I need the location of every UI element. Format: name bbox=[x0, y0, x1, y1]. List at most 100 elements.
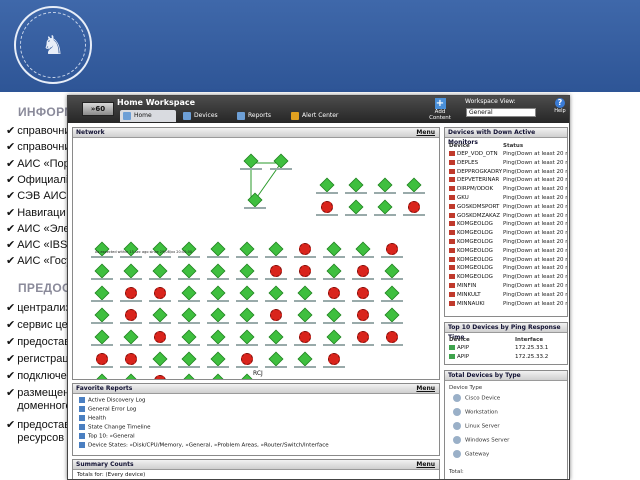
device-up-node-icon[interactable] bbox=[323, 263, 345, 280]
device-up-node-icon[interactable] bbox=[352, 241, 374, 258]
summary-menu-button[interactable]: Menu bbox=[416, 460, 435, 470]
add-content-button[interactable]: + Add Content bbox=[425, 98, 455, 121]
device-up-node-icon[interactable] bbox=[265, 329, 287, 346]
table-row[interactable]: DEPLESPing(Down at least 20 min) bbox=[449, 159, 567, 166]
favorites-menu-button[interactable]: Menu bbox=[416, 384, 435, 394]
device-down-node-icon[interactable] bbox=[91, 352, 113, 368]
table-row[interactable]: DEP_VOD_OTNPing(Down at least 20 min) bbox=[449, 151, 567, 157]
device-down-node-icon[interactable] bbox=[149, 286, 171, 302]
help-button[interactable]: ? Help bbox=[553, 98, 567, 114]
device-up-node-icon[interactable] bbox=[323, 329, 345, 346]
workspace-view-select[interactable]: General bbox=[466, 108, 536, 117]
table-row[interactable]: APIP bbox=[449, 345, 469, 351]
device-up-node-icon[interactable] bbox=[244, 192, 266, 209]
device-up-node-icon[interactable] bbox=[265, 351, 287, 368]
device-up-node-icon[interactable] bbox=[91, 285, 113, 302]
device-up-node-icon[interactable] bbox=[236, 307, 258, 324]
device-down-node-icon[interactable] bbox=[120, 308, 142, 324]
table-row[interactable]: APIP bbox=[449, 354, 469, 360]
device-down-node-icon[interactable] bbox=[381, 242, 403, 258]
go-button[interactable]: »60 bbox=[82, 102, 114, 116]
device-up-node-icon[interactable] bbox=[91, 307, 113, 324]
report-link[interactable]: Health bbox=[79, 415, 106, 422]
device-down-node-icon[interactable] bbox=[352, 330, 374, 346]
report-link[interactable]: Device States: »Disk/CPU/Memory, »Genera… bbox=[79, 442, 329, 449]
tab-reports[interactable]: Reports bbox=[234, 110, 286, 122]
device-up-node-icon[interactable] bbox=[207, 307, 229, 324]
table-row[interactable]: DIRPM/ODOKPing(Down at least 20 min) bbox=[449, 186, 567, 192]
device-up-node-icon[interactable] bbox=[236, 285, 258, 302]
device-down-node-icon[interactable] bbox=[120, 286, 142, 302]
device-up-node-icon[interactable] bbox=[236, 263, 258, 280]
device-up-node-icon[interactable] bbox=[149, 263, 171, 280]
device-up-node-icon[interactable] bbox=[323, 241, 345, 258]
device-up-node-icon[interactable] bbox=[91, 263, 113, 280]
device-up-node-icon[interactable] bbox=[120, 329, 142, 346]
device-down-node-icon[interactable] bbox=[381, 330, 403, 346]
tab-alert-center[interactable]: Alert Center bbox=[288, 110, 348, 122]
device-down-node-icon[interactable] bbox=[352, 308, 374, 324]
device-up-node-icon[interactable] bbox=[381, 307, 403, 324]
report-link[interactable]: Top 10: »General bbox=[79, 433, 135, 440]
device-down-node-icon[interactable] bbox=[316, 200, 338, 216]
device-up-node-icon[interactable] bbox=[207, 263, 229, 280]
device-up-node-icon[interactable] bbox=[345, 177, 367, 194]
device-up-node-icon[interactable] bbox=[403, 177, 425, 194]
device-down-node-icon[interactable] bbox=[294, 242, 316, 258]
device-up-node-icon[interactable] bbox=[207, 241, 229, 258]
table-row[interactable]: DEPPROGKADRYPing(Down at least 20 min) bbox=[449, 168, 567, 175]
network-menu-button[interactable]: Menu bbox=[416, 128, 435, 138]
table-row[interactable]: GOSKOMZAKAZPing(Down at least 20 min) bbox=[449, 212, 567, 219]
table-row[interactable]: GKUPing(Down at least 20 min) bbox=[449, 195, 567, 201]
device-down-node-icon[interactable] bbox=[236, 352, 258, 368]
table-row[interactable]: MINFINPing(Down at least 20 min) bbox=[449, 283, 567, 289]
device-down-node-icon[interactable] bbox=[294, 264, 316, 280]
device-up-node-icon[interactable] bbox=[240, 153, 262, 170]
device-up-node-icon[interactable] bbox=[94, 373, 110, 379]
device-up-node-icon[interactable] bbox=[149, 307, 171, 324]
device-up-node-icon[interactable] bbox=[91, 329, 113, 346]
device-down-node-icon[interactable] bbox=[120, 352, 142, 368]
table-row[interactable]: KOMGEOLOGPing(Down at least 20 min) bbox=[449, 247, 567, 254]
report-link[interactable]: General Error Log bbox=[79, 406, 136, 413]
table-row[interactable]: GOSKOMSPORTPing(Down at least 20 min) bbox=[449, 203, 567, 210]
table-row[interactable]: KOMGEOLOGPing(Down at least 20 min) bbox=[449, 265, 567, 271]
network-map[interactable]: As expected within 15 sec ago since 29/0… bbox=[73, 138, 439, 379]
device-down-node-icon[interactable] bbox=[265, 264, 287, 280]
tab-home[interactable]: Home bbox=[120, 110, 176, 122]
device-up-node-icon[interactable] bbox=[294, 351, 316, 368]
tab-devices[interactable]: Devices bbox=[180, 110, 232, 122]
device-up-node-icon[interactable] bbox=[239, 373, 255, 379]
device-up-node-icon[interactable] bbox=[316, 177, 338, 194]
device-up-node-icon[interactable] bbox=[381, 285, 403, 302]
device-up-node-icon[interactable] bbox=[294, 285, 316, 302]
device-up-node-icon[interactable] bbox=[236, 329, 258, 346]
device-up-node-icon[interactable] bbox=[149, 351, 171, 368]
device-down-node-icon[interactable] bbox=[149, 330, 171, 346]
device-up-node-icon[interactable] bbox=[178, 351, 200, 368]
device-up-node-icon[interactable] bbox=[374, 177, 396, 194]
device-up-node-icon[interactable] bbox=[345, 199, 367, 216]
device-up-node-icon[interactable] bbox=[178, 285, 200, 302]
device-down-node-icon[interactable] bbox=[403, 200, 425, 216]
table-row[interactable]: MINNAUKIPing(Down at least 20 min) bbox=[449, 300, 567, 307]
report-link[interactable]: Active Discovery Log bbox=[79, 397, 146, 404]
device-up-node-icon[interactable] bbox=[210, 373, 226, 379]
device-up-node-icon[interactable] bbox=[207, 329, 229, 346]
device-up-node-icon[interactable] bbox=[207, 351, 229, 368]
device-up-node-icon[interactable] bbox=[207, 285, 229, 302]
device-up-node-icon[interactable] bbox=[178, 329, 200, 346]
device-up-node-icon[interactable] bbox=[381, 263, 403, 280]
table-row[interactable]: KOMGEOLOGPing(Down at least 20 min) bbox=[449, 256, 567, 263]
device-up-node-icon[interactable] bbox=[123, 373, 139, 379]
table-row[interactable]: KOMGEOLOGPing(Down at least 20 min) bbox=[449, 230, 567, 236]
device-up-node-icon[interactable] bbox=[181, 373, 197, 379]
device-down-node-icon[interactable] bbox=[294, 330, 316, 346]
device-down-node-icon[interactable] bbox=[352, 286, 374, 302]
table-row[interactable]: KOMGEOLOGPing(Down at least 20 min) bbox=[449, 221, 567, 227]
device-up-node-icon[interactable] bbox=[294, 307, 316, 324]
report-link[interactable]: State Change Timeline bbox=[79, 424, 151, 431]
device-up-node-icon[interactable] bbox=[270, 153, 292, 170]
device-up-node-icon[interactable] bbox=[374, 199, 396, 216]
table-row[interactable]: MINKULTPing(Down at least 20 min) bbox=[449, 291, 567, 298]
